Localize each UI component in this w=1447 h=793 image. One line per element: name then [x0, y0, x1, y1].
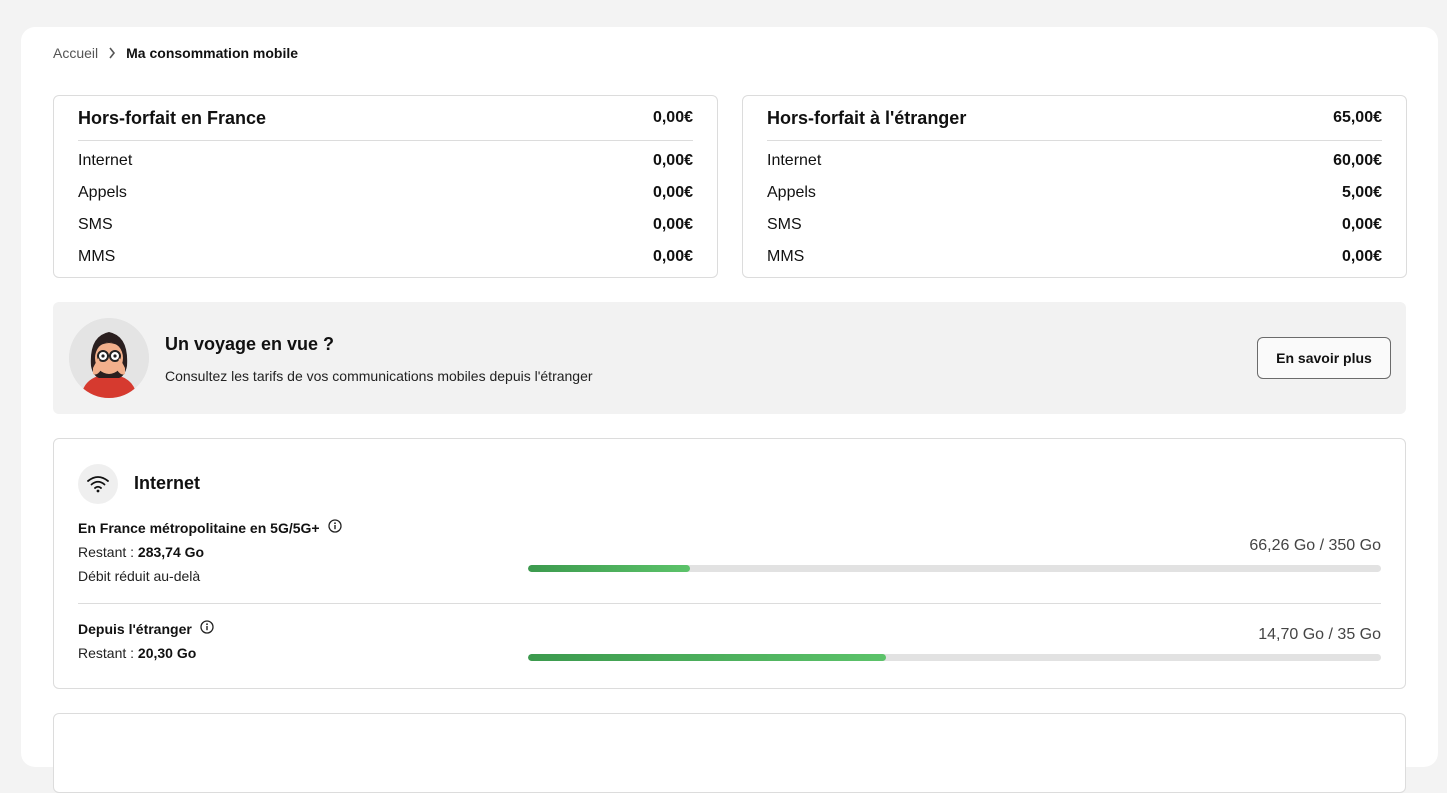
- row-label: MMS: [767, 248, 805, 265]
- row-label: MMS: [78, 248, 116, 265]
- summary-row-appels: Appels 0,00€: [78, 177, 693, 209]
- chevron-right-icon: [108, 47, 116, 59]
- usage-label-text: En France métropolitaine en 5G/5G+: [78, 519, 320, 536]
- progress-fill: [528, 565, 691, 572]
- summary-row-sms: SMS 0,00€: [767, 209, 1382, 241]
- wifi-icon: [78, 464, 118, 504]
- summary-row-mms: MMS 0,00€: [78, 241, 693, 273]
- breadcrumb-home-link[interactable]: Accueil: [53, 45, 98, 61]
- usage-france: En France métropolitaine en 5G/5G+ Resta…: [78, 519, 1381, 599]
- row-value: 0,00€: [1341, 248, 1382, 265]
- remaining-label: Restant :: [78, 544, 138, 560]
- travel-promo-banner: Un voyage en vue ? Consultez les tarifs …: [53, 302, 1406, 414]
- row-value: 0,00€: [1341, 216, 1382, 233]
- row-value: 0,00€: [652, 184, 693, 201]
- progress-track: [528, 565, 1381, 572]
- row-label: Internet: [767, 152, 822, 169]
- summary-row-internet: Internet 60,00€: [767, 145, 1382, 177]
- progress-fill: [528, 654, 887, 661]
- remaining-value: 283,74 Go: [137, 544, 205, 560]
- summary-title: Hors-forfait en France: [78, 107, 267, 128]
- row-label: Internet: [78, 152, 133, 169]
- learn-more-button[interactable]: En savoir plus: [1257, 337, 1391, 379]
- promo-description: Consultez les tarifs de vos communicatio…: [165, 368, 593, 384]
- usage-label: En France métropolitaine en 5G/5G+: [78, 519, 1381, 536]
- summary-total: 65,00€: [1333, 109, 1382, 126]
- row-value: 0,00€: [652, 248, 693, 265]
- usage-amount: 14,70 Go / 35 Go: [1258, 626, 1381, 643]
- summary-card-abroad: Hors-forfait à l'étranger 65,00€ Interne…: [742, 95, 1407, 278]
- summary-row-internet: Internet 0,00€: [78, 145, 693, 177]
- usage-abroad: Depuis l'étranger Restant : 20,30 Go 14,…: [78, 620, 1381, 680]
- row-value: 0,00€: [652, 216, 693, 233]
- progress-track: [528, 654, 1381, 661]
- summary-row-sms: SMS 0,00€: [78, 209, 693, 241]
- summary-header: Hors-forfait à l'étranger 65,00€: [767, 96, 1382, 141]
- summary-header: Hors-forfait en France 0,00€: [78, 96, 693, 141]
- breadcrumb: Accueil Ma consommation mobile: [53, 45, 298, 61]
- info-icon[interactable]: [200, 620, 214, 637]
- summary-card-france: Hors-forfait en France 0,00€ Internet 0,…: [53, 95, 718, 278]
- promo-title: Un voyage en vue ?: [165, 334, 335, 354]
- usage-label-text: Depuis l'étranger: [78, 620, 192, 637]
- remaining-label: Restant :: [78, 645, 138, 661]
- row-label: Appels: [78, 184, 127, 201]
- row-label: Appels: [767, 184, 816, 201]
- divider: [78, 603, 1381, 604]
- summary-row-appels: Appels 5,00€: [767, 177, 1382, 209]
- usage-meter: 66,26 Go / 350 Go: [528, 537, 1381, 572]
- internet-usage-card: Internet En France métropolitaine en 5G/…: [53, 438, 1406, 689]
- internet-section-title: Internet: [134, 473, 201, 493]
- breadcrumb-current: Ma consommation mobile: [126, 45, 299, 61]
- summary-row-mms: MMS 0,00€: [767, 241, 1382, 273]
- row-value: 5,00€: [1341, 184, 1382, 201]
- row-label: SMS: [78, 216, 113, 233]
- summary-total: 0,00€: [652, 109, 693, 126]
- remaining-value: 20,30 Go: [137, 645, 197, 661]
- main-content: Accueil Ma consommation mobile Hors-forf…: [21, 27, 1438, 793]
- usage-meter: 14,70 Go / 35 Go: [528, 626, 1381, 661]
- summary-title: Hors-forfait à l'étranger: [767, 107, 967, 128]
- row-value: 0,00€: [652, 152, 693, 169]
- next-usage-card: [53, 713, 1406, 793]
- row-value: 60,00€: [1333, 152, 1382, 169]
- usage-amount: 66,26 Go / 350 Go: [1249, 537, 1381, 554]
- info-icon[interactable]: [327, 519, 342, 536]
- traveler-illustration: [69, 318, 149, 398]
- row-label: SMS: [767, 216, 802, 233]
